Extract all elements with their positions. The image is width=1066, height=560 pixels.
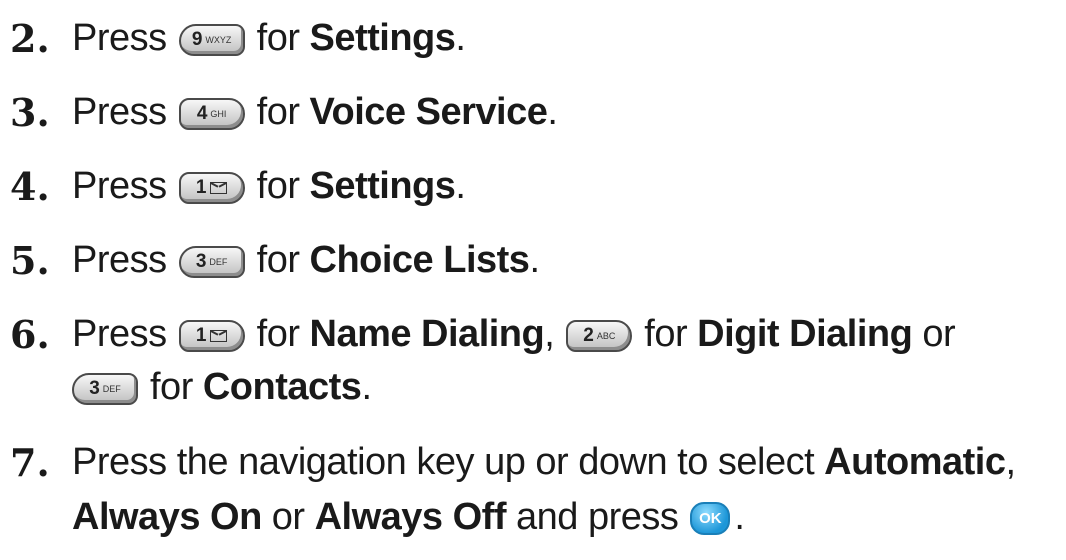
menu-target: Name Dialing xyxy=(309,313,545,355)
step-3: 3. Press 4 GHI for Voice Service. xyxy=(10,90,558,135)
key-1-icon: 1 xyxy=(178,171,245,204)
option-always-on: Always On xyxy=(72,496,262,538)
option-automatic: Automatic xyxy=(824,441,1006,483)
step-6: 6. Press 1 for Name Dialing, 2 ABC for D… xyxy=(10,312,956,357)
key-2-icon: 2 ABC xyxy=(566,319,633,352)
press-text: Press xyxy=(72,313,167,355)
step-2: 2. Press 9 WXYZ for Settings. xyxy=(10,16,466,61)
for-text: for xyxy=(644,313,688,355)
press-text: Press xyxy=(72,91,167,133)
step-number: 3. xyxy=(10,90,50,135)
key-3-icon: 3 DEF xyxy=(178,245,245,278)
envelope-icon xyxy=(210,329,228,342)
step-number: 2. xyxy=(10,16,50,61)
for-text: for xyxy=(150,366,193,408)
press-text: Press xyxy=(72,239,167,281)
envelope-icon xyxy=(210,181,228,194)
option-always-off: Always Off xyxy=(314,496,507,538)
key-1-icon: 1 xyxy=(178,319,245,352)
step-number: 7. xyxy=(10,440,50,485)
or-text: or xyxy=(271,496,305,538)
step-number: 5. xyxy=(10,238,50,283)
ok-key-icon: OK xyxy=(690,502,731,535)
step-5: 5. Press 3 DEF for Choice Lists. xyxy=(10,238,540,283)
key-9-icon: 9 WXYZ xyxy=(178,23,245,56)
step-number: 4. xyxy=(10,164,50,209)
menu-target: Contacts xyxy=(202,366,362,408)
for-text: for xyxy=(256,239,300,281)
menu-target: Choice Lists xyxy=(309,239,530,281)
key-3-icon: 3 DEF xyxy=(72,372,138,405)
for-text: for xyxy=(256,313,300,355)
for-text: for xyxy=(256,165,300,207)
step-number: 6. xyxy=(10,312,50,357)
for-text: for xyxy=(256,17,300,59)
instruction-text: Press the navigation key up or down to s… xyxy=(72,441,815,483)
press-text: Press xyxy=(72,17,167,59)
step-7-continued: Always On or Always Off and press OK . xyxy=(72,496,745,538)
menu-target: Voice Service xyxy=(309,91,548,133)
and-press-text: and press xyxy=(515,496,679,538)
menu-target: Settings xyxy=(309,17,456,59)
step-6-continued: 3 DEF for Contacts. xyxy=(72,366,372,409)
menu-target: Settings xyxy=(309,165,456,207)
step-4: 4. Press 1 for Settings. xyxy=(10,164,466,209)
for-text: for xyxy=(256,91,300,133)
or-text: or xyxy=(922,313,956,355)
instruction-steps: 2. Press 9 WXYZ for Settings. 3. Press 4… xyxy=(0,0,1066,560)
press-text: Press xyxy=(72,165,167,207)
menu-target: Digit Dialing xyxy=(697,313,913,355)
step-7: 7. Press the navigation key up or down t… xyxy=(10,440,1016,485)
key-4-icon: 4 GHI xyxy=(178,97,245,130)
